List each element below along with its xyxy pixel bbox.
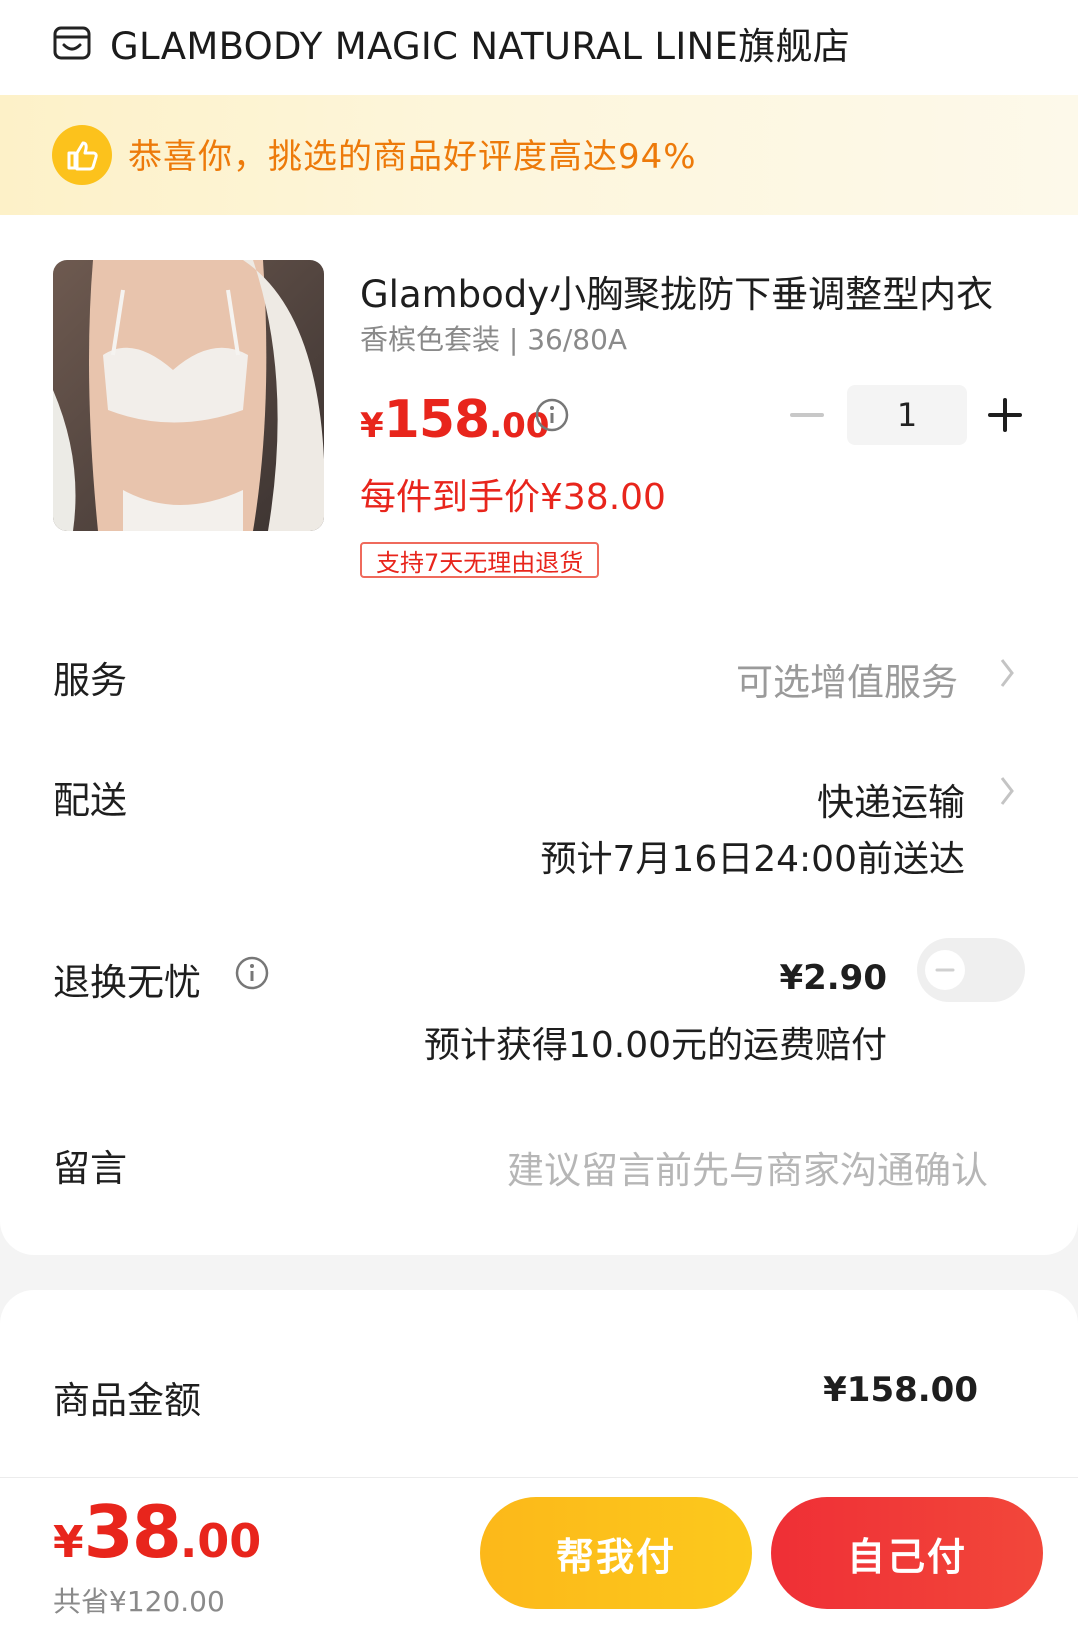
thumbs-up-icon — [52, 125, 112, 185]
message-input[interactable]: 建议留言前先与商家沟通确认 — [507, 1140, 988, 1194]
self-pay-button[interactable]: 自己付 — [771, 1497, 1043, 1609]
total-currency: ¥ — [53, 1517, 84, 1568]
delivery-label: 配送 — [53, 779, 127, 822]
store-header[interactable]: GLAMBODY MAGIC NATURAL LINE旗舰店 — [52, 8, 850, 78]
message-label: 留言 — [53, 1147, 127, 1190]
worry-free-compensation: 预计获得10.00元的运费赔付 — [423, 1025, 887, 1066]
unit-price: 每件到手价¥38.00 — [360, 477, 666, 518]
worry-free-label: 退换无忧 — [53, 961, 201, 1004]
delivery-eta: 预计7月16日24:00前送达 — [540, 839, 965, 880]
total-price: ¥ 38 .00 — [53, 1490, 261, 1574]
worry-free-toggle[interactable] — [917, 938, 1025, 1002]
shop-icon — [53, 26, 91, 60]
minus-circle-icon — [927, 952, 963, 988]
goods-amount-label: 商品金额 — [53, 1379, 201, 1422]
price-currency: ¥ — [360, 406, 384, 446]
help-pay-button[interactable]: 帮我付 — [480, 1497, 752, 1609]
plus-icon[interactable] — [988, 398, 1022, 432]
rating-text: 恭喜你，挑选的商品好评度高达94% — [128, 137, 697, 177]
chevron-right-icon[interactable] — [998, 774, 1018, 808]
info-icon[interactable] — [234, 955, 270, 991]
product-title[interactable]: Glambody小胸聚拢防下垂调整型内衣 — [360, 264, 1010, 318]
worry-free-price: ¥2.90 — [779, 958, 887, 998]
goods-amount: ¥158.00 — [823, 1370, 978, 1410]
service-label: 服务 — [53, 659, 127, 702]
chevron-right-icon[interactable] — [998, 656, 1018, 690]
delivery-method[interactable]: 快递运输 — [817, 772, 965, 826]
quantity-input[interactable]: 1 — [847, 385, 967, 445]
store-name: GLAMBODY MAGIC NATURAL LINE旗舰店 — [110, 25, 851, 68]
product-image[interactable] — [53, 260, 324, 531]
toggle-knob — [925, 950, 965, 990]
saved-amount: 共省¥120.00 — [53, 1585, 225, 1618]
product-price: ¥ 158 .00 — [360, 390, 549, 450]
info-icon[interactable] — [534, 397, 570, 433]
rating-banner: 恭喜你，挑选的商品好评度高达94% — [0, 95, 1078, 215]
price-integer: 158 — [383, 390, 491, 450]
service-value[interactable]: 可选增值服务 — [736, 652, 958, 706]
minus-icon[interactable] — [790, 398, 824, 432]
total-integer: 38 — [83, 1490, 182, 1574]
product-sku[interactable]: 香槟色套装 | 36/80A — [360, 318, 627, 358]
return-policy-tag: 支持7天无理由退货 — [360, 542, 600, 578]
total-decimal: .00 — [179, 1514, 262, 1568]
